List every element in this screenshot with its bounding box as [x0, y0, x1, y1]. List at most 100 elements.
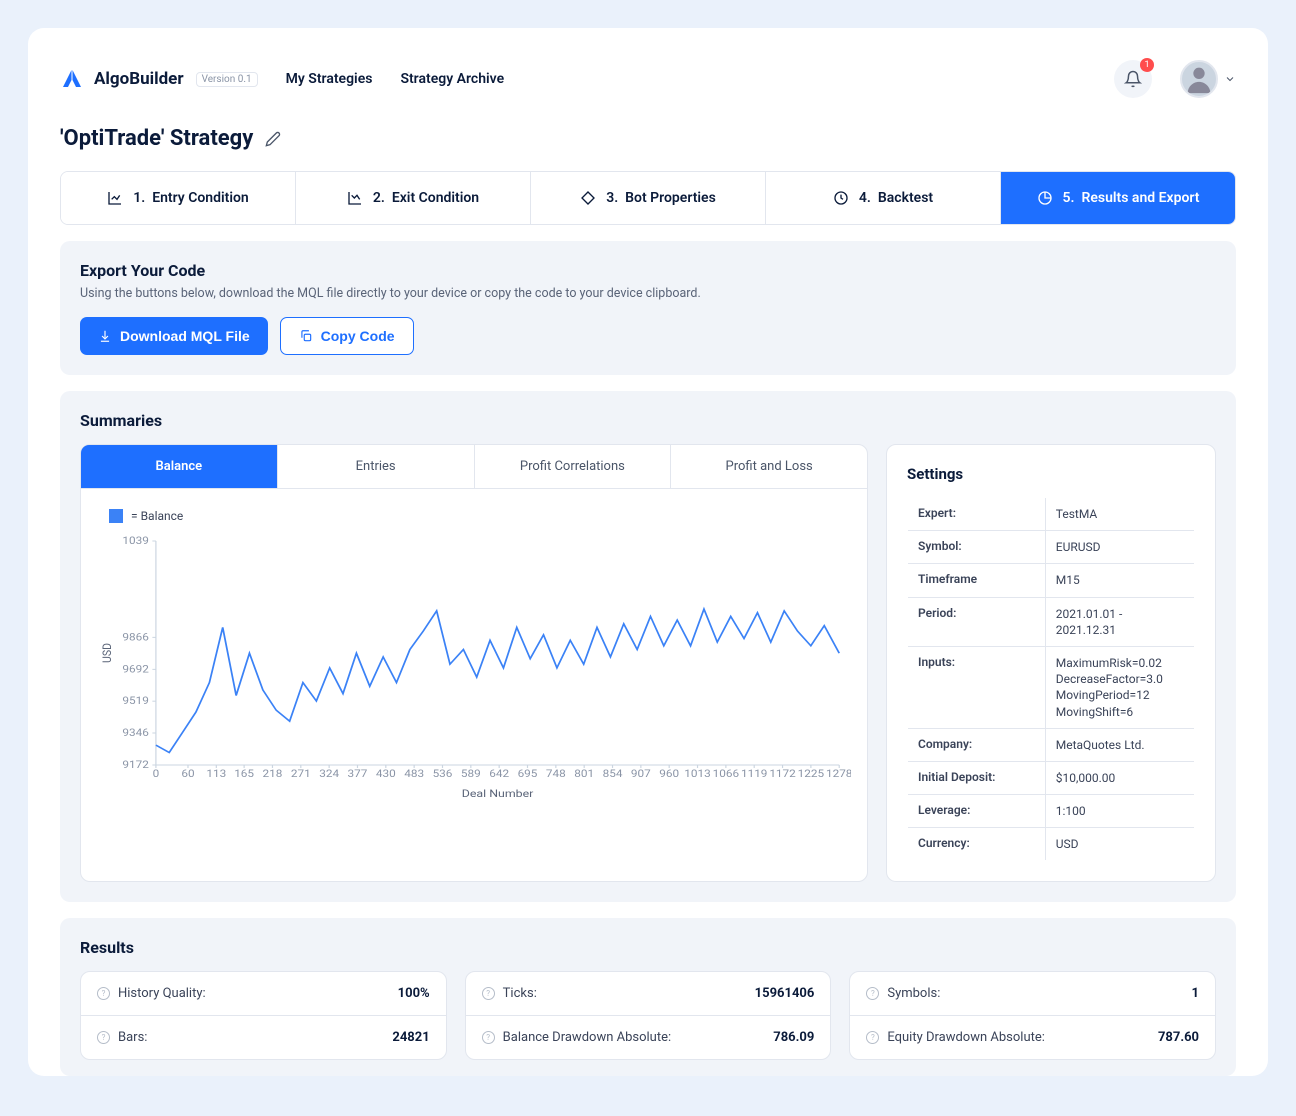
svg-text:324: 324	[319, 768, 339, 780]
copy-code-button[interactable]: Copy Code	[280, 317, 414, 355]
chart-tab-pnl[interactable]: Profit and Loss	[671, 445, 867, 488]
tab-bot-properties[interactable]: 3. Bot Properties	[531, 172, 766, 224]
svg-text:1119: 1119	[741, 768, 767, 780]
settings-value: 2021.01.01 - 2021.12.31	[1045, 597, 1194, 646]
svg-text:1172: 1172	[769, 768, 795, 780]
top-nav: AlgoBuilder Version 0.1 My Strategies St…	[60, 52, 1236, 122]
tab-backtest[interactable]: 4. Backtest	[766, 172, 1001, 224]
chart-line-icon	[107, 190, 123, 206]
svg-text:0: 0	[153, 768, 160, 780]
settings-table: Expert:TestMASymbol:EURUSDTimeframeM15Pe…	[907, 497, 1195, 861]
info-icon[interactable]: ?	[97, 987, 110, 1000]
page-title-row: 'OptiTrade' Strategy	[60, 126, 1236, 151]
result-value: 786.09	[773, 1030, 814, 1045]
settings-row: Currency:USD	[908, 828, 1195, 861]
export-desc: Using the buttons below, download the MQ…	[80, 286, 1216, 301]
result-value: 787.60	[1158, 1030, 1199, 1045]
summaries-title: Summaries	[80, 411, 1216, 430]
nav-my-strategies[interactable]: My Strategies	[286, 71, 373, 87]
results-panel: Results ?History Quality:100%?Bars:24821…	[60, 918, 1236, 1076]
info-icon[interactable]: ?	[482, 987, 495, 1000]
svg-text:9519: 9519	[122, 695, 148, 707]
result-value: 100%	[398, 986, 430, 1001]
svg-text:642: 642	[489, 768, 509, 780]
svg-text:377: 377	[348, 768, 368, 780]
results-card: ?Ticks:15961406?Balance Drawdown Absolut…	[465, 971, 832, 1060]
settings-row: Leverage:1:100	[908, 795, 1195, 828]
svg-text:589: 589	[461, 768, 481, 780]
info-icon[interactable]: ?	[866, 1031, 879, 1044]
settings-key: Symbol:	[908, 531, 1046, 564]
info-icon[interactable]: ?	[866, 987, 879, 1000]
svg-text:Deal Number: Deal Number	[462, 787, 534, 800]
settings-key: Leverage:	[908, 795, 1046, 828]
result-row: ?Bars:24821	[81, 1016, 446, 1059]
result-row: ?History Quality:100%	[81, 972, 446, 1016]
notifications-button[interactable]: 1	[1114, 60, 1152, 98]
settings-value: M15	[1045, 564, 1194, 597]
svg-text:9172: 9172	[122, 759, 148, 771]
svg-text:536: 536	[433, 768, 453, 780]
chart-tab-entries[interactable]: Entries	[278, 445, 475, 488]
svg-text:430: 430	[376, 768, 396, 780]
logo[interactable]: AlgoBuilder Version 0.1	[60, 67, 258, 91]
chart-tab-profit-correlations[interactable]: Profit Correlations	[475, 445, 672, 488]
settings-row: Period: 2021.01.01 - 2021.12.31	[908, 597, 1195, 646]
svg-text:271: 271	[291, 768, 311, 780]
svg-text:165: 165	[234, 768, 254, 780]
results-title: Results	[80, 938, 1216, 957]
svg-text:1013: 1013	[684, 768, 710, 780]
svg-text:907: 907	[631, 768, 651, 780]
chart-legend: = Balance	[109, 509, 851, 523]
settings-value: EURUSD	[1045, 531, 1194, 564]
settings-title: Settings	[907, 465, 1195, 483]
settings-value: USD	[1045, 828, 1194, 861]
svg-text:748: 748	[546, 768, 566, 780]
chart-exit-icon	[347, 190, 363, 206]
settings-value: 1:100	[1045, 795, 1194, 828]
info-icon[interactable]: ?	[97, 1031, 110, 1044]
settings-key: Expert:	[908, 498, 1046, 531]
result-label-text: Symbols:	[887, 986, 940, 1001]
svg-text:9346: 9346	[122, 727, 148, 739]
tab-entry-condition[interactable]: 1. Entry Condition	[61, 172, 296, 224]
wizard-tabs: 1. Entry Condition 2. Exit Condition 3. …	[60, 171, 1236, 225]
settings-value: $10,000.00	[1045, 761, 1194, 794]
tab-results-export[interactable]: 5. Results and Export	[1001, 172, 1235, 224]
pie-icon	[1037, 190, 1053, 206]
edit-icon[interactable]	[265, 131, 281, 147]
svg-text:113: 113	[206, 768, 226, 780]
chart-card: Balance Entries Profit Correlations Prof…	[80, 444, 868, 882]
settings-key: Currency:	[908, 828, 1046, 861]
nav-strategy-archive[interactable]: Strategy Archive	[400, 71, 504, 87]
settings-key: Company:	[908, 728, 1046, 761]
result-value: 15961406	[755, 986, 815, 1001]
logo-icon	[60, 67, 84, 91]
result-label-text: Equity Drawdown Absolute:	[887, 1030, 1045, 1045]
brand-name: AlgoBuilder	[94, 69, 184, 89]
result-label-text: Bars:	[118, 1030, 147, 1045]
svg-text:695: 695	[518, 768, 538, 780]
tab-exit-condition[interactable]: 2. Exit Condition	[296, 172, 531, 224]
notification-badge: 1	[1140, 58, 1154, 72]
chart-tab-balance[interactable]: Balance	[81, 445, 278, 488]
svg-text:960: 960	[659, 768, 679, 780]
diamond-icon	[580, 190, 596, 206]
settings-value: TestMA	[1045, 498, 1194, 531]
clock-icon	[833, 190, 849, 206]
download-mql-button[interactable]: Download MQL File	[80, 317, 268, 355]
results-grid: ?History Quality:100%?Bars:24821?Ticks:1…	[80, 971, 1216, 1060]
export-title: Export Your Code	[80, 261, 1216, 280]
settings-row: Expert:TestMA	[908, 498, 1195, 531]
settings-row: Symbol:EURUSD	[908, 531, 1195, 564]
user-menu[interactable]	[1180, 60, 1236, 98]
settings-row: Initial Deposit:$10,000.00	[908, 761, 1195, 794]
svg-text:60: 60	[181, 768, 194, 780]
info-icon[interactable]: ?	[482, 1031, 495, 1044]
svg-text:801: 801	[574, 768, 594, 780]
svg-text:1278: 1278	[826, 768, 851, 780]
download-icon	[98, 329, 112, 343]
chart-tabs: Balance Entries Profit Correlations Prof…	[81, 445, 867, 489]
settings-row: TimeframeM15	[908, 564, 1195, 597]
legend-swatch	[109, 509, 123, 523]
